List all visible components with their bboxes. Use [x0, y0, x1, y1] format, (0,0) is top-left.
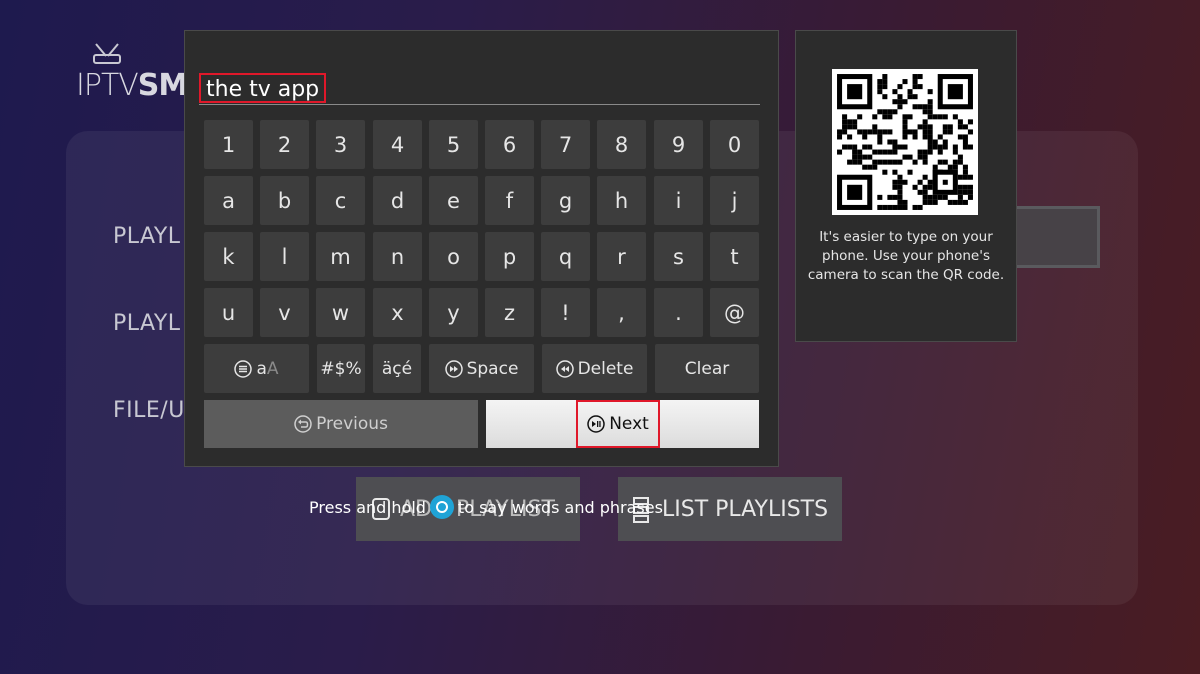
clear-key[interactable]: Clear — [655, 344, 759, 393]
key-2-3[interactable]: n — [373, 232, 422, 281]
symbols-key[interactable]: #$% — [317, 344, 365, 393]
app-logo: IPTVSMA — [76, 42, 210, 103]
text-input-field[interactable]: the tv app — [199, 72, 760, 105]
key-2-0[interactable]: k — [204, 232, 253, 281]
list-playlists-label: LIST PLAYLISTS — [662, 496, 829, 522]
key-2-1[interactable]: l — [260, 232, 309, 281]
key-0-0[interactable]: 1 — [204, 120, 253, 169]
key-2-7[interactable]: r — [597, 232, 646, 281]
key-2-9[interactable]: t — [710, 232, 759, 281]
key-1-9[interactable]: j — [710, 176, 759, 225]
background-input-field — [1016, 206, 1100, 268]
key-0-6[interactable]: 7 — [541, 120, 590, 169]
key-1-4[interactable]: e — [429, 176, 478, 225]
next-button[interactable]: Next — [486, 400, 759, 448]
qr-hint-text: It's easier to type on your phone. Use y… — [807, 229, 1005, 283]
key-0-2[interactable]: 3 — [316, 120, 365, 169]
play-pause-icon — [587, 415, 605, 433]
previous-button[interactable]: Previous — [204, 400, 478, 448]
key-3-4[interactable]: y — [429, 288, 478, 337]
previous-button-label: Previous — [316, 414, 388, 434]
voice-hint-before: Press and hold — [309, 497, 426, 517]
key-0-5[interactable]: 6 — [485, 120, 534, 169]
text-input-value: the tv app — [199, 73, 327, 103]
key-1-2[interactable]: c — [316, 176, 365, 225]
key-3-3[interactable]: x — [373, 288, 422, 337]
alexa-voice-icon — [429, 495, 454, 519]
key-1-5[interactable]: f — [485, 176, 534, 225]
key-1-3[interactable]: d — [373, 176, 422, 225]
next-button-highlight: Next — [576, 400, 660, 448]
key-3-6[interactable]: ! — [541, 288, 590, 337]
key-0-8[interactable]: 9 — [654, 120, 703, 169]
delete-key[interactable]: Delete — [542, 344, 647, 393]
key-0-3[interactable]: 4 — [373, 120, 422, 169]
tv-icon — [93, 43, 121, 64]
key-1-8[interactable]: i — [654, 176, 703, 225]
key-3-2[interactable]: w — [316, 288, 365, 337]
key-1-7[interactable]: h — [597, 176, 646, 225]
background-label-file-url: FILE/U — [113, 398, 185, 423]
key-2-5[interactable]: p — [485, 232, 534, 281]
background-label-playlist-2: PLAYL — [113, 311, 181, 336]
key-0-7[interactable]: 8 — [597, 120, 646, 169]
key-1-0[interactable]: a — [204, 176, 253, 225]
fast-forward-icon — [444, 359, 463, 378]
case-key-label-dim: A — [266, 358, 279, 379]
key-1-1[interactable]: b — [260, 176, 309, 225]
key-3-0[interactable]: u — [204, 288, 253, 337]
key-3-8[interactable]: . — [654, 288, 703, 337]
key-2-6[interactable]: q — [541, 232, 590, 281]
case-toggle-key[interactable]: aA — [204, 344, 309, 393]
accents-key[interactable]: äçé — [373, 344, 421, 393]
key-2-4[interactable]: o — [429, 232, 478, 281]
rewind-icon — [555, 359, 574, 378]
background-label-playlist-1: PLAYL — [113, 224, 181, 249]
key-2-8[interactable]: s — [654, 232, 703, 281]
voice-hint-after: to say words and phrases — [457, 497, 663, 517]
space-key[interactable]: Space — [429, 344, 534, 393]
voice-hint: Press and hold to say words and phrases — [309, 495, 663, 519]
key-0-1[interactable]: 2 — [260, 120, 309, 169]
key-3-9[interactable]: @ — [710, 288, 759, 337]
key-1-6[interactable]: g — [541, 176, 590, 225]
qr-code-image — [832, 69, 978, 215]
menu-icon — [234, 359, 253, 378]
key-0-9[interactable]: 0 — [710, 120, 759, 169]
key-3-5[interactable]: z — [485, 288, 534, 337]
next-button-label: Next — [609, 414, 649, 434]
back-icon — [294, 415, 312, 433]
space-key-label: Space — [466, 358, 519, 379]
key-3-1[interactable]: v — [260, 288, 309, 337]
key-2-2[interactable]: m — [316, 232, 365, 281]
key-3-7[interactable]: , — [597, 288, 646, 337]
delete-key-label: Delete — [577, 358, 634, 379]
key-0-4[interactable]: 5 — [429, 120, 478, 169]
case-key-label-main: a — [256, 358, 267, 379]
